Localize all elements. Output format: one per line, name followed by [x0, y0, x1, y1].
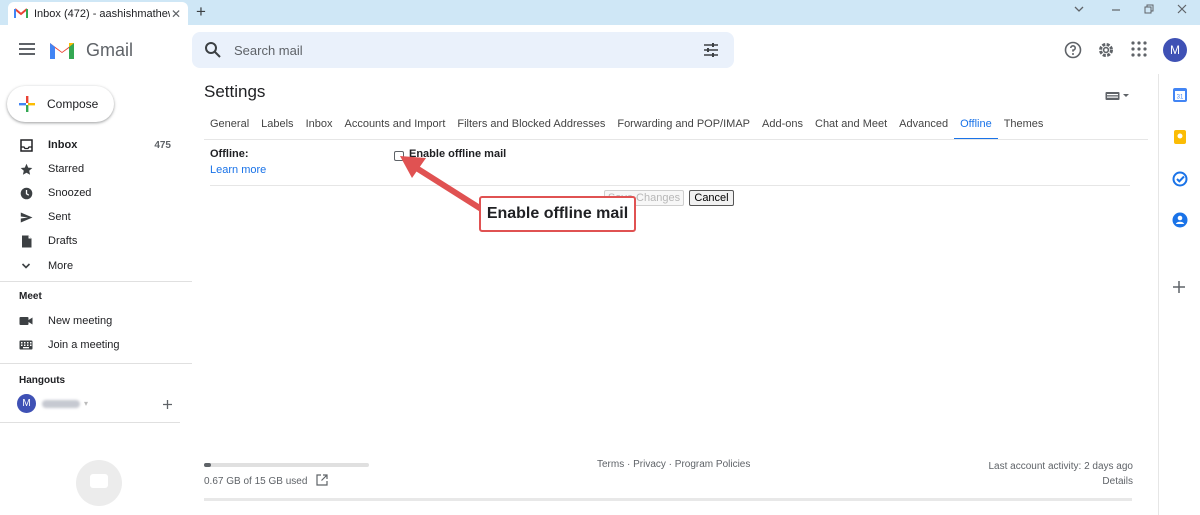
nav-item-more[interactable]: More	[19, 257, 179, 275]
nav-item-starred[interactable]: Starred	[19, 160, 179, 178]
nav-item-label: Sent	[48, 211, 71, 223]
open-external-icon[interactable]	[316, 474, 329, 489]
search-bar	[192, 32, 734, 68]
nav-item-drafts[interactable]: Drafts	[19, 232, 179, 250]
get-add-ons-icon[interactable]	[1172, 280, 1186, 299]
inbox-icon	[19, 138, 33, 152]
calendar-icon[interactable]: 31	[1172, 87, 1188, 108]
search-input[interactable]	[234, 40, 674, 60]
close-tab-icon[interactable]: ✕	[170, 7, 182, 21]
compose-button[interactable]: Compose	[7, 86, 114, 122]
tab-advanced[interactable]: Advanced	[893, 116, 954, 140]
input-tools-icon[interactable]	[1105, 88, 1129, 106]
page-title: Settings	[204, 82, 266, 101]
apps-grid-icon[interactable]	[1131, 41, 1147, 62]
nav-item-sent[interactable]: Sent	[19, 208, 179, 226]
close-window-icon[interactable]	[1176, 3, 1188, 18]
inbox-count: 475	[154, 139, 171, 151]
restore-icon[interactable]	[1143, 3, 1155, 18]
gmail-logo[interactable]	[48, 39, 76, 61]
compose-label: Compose	[47, 97, 99, 111]
account-avatar[interactable]: M	[1163, 38, 1187, 62]
gmail-favicon	[14, 8, 28, 19]
nav-divider	[0, 281, 192, 282]
nav-divider	[0, 422, 180, 423]
chevron-down-icon[interactable]: ▾	[84, 399, 88, 408]
last-activity-text: Last account activity: 2 days ago	[988, 461, 1133, 472]
tasks-icon[interactable]	[1172, 171, 1188, 192]
learn-more-link[interactable]: Learn more	[210, 164, 266, 176]
settings-tabs: General Labels Inbox Accounts and Import…	[204, 116, 1049, 140]
gmail-wordmark: Gmail	[86, 40, 134, 60]
hangouts-user-name-blurred	[42, 399, 80, 408]
tab-offline[interactable]: Offline	[954, 116, 998, 140]
tabs-divider	[204, 139, 1148, 140]
nav-item-label: Snoozed	[48, 187, 92, 199]
nav-item-inbox[interactable]: Inbox 475	[19, 136, 179, 154]
minimize-icon[interactable]	[1110, 3, 1122, 18]
tab-forwarding[interactable]: Forwarding and POP/IMAP	[611, 116, 756, 140]
nav-item-join-meeting[interactable]: Join a meeting	[19, 336, 179, 354]
video-camera-icon	[19, 314, 33, 328]
storage-usage-bar	[204, 463, 369, 467]
keyboard-icon	[19, 338, 33, 352]
compose-plus-icon	[19, 96, 35, 112]
browser-tab-strip: Inbox (472) - aashishmathew03@ ✕ +	[0, 0, 1200, 25]
annotation-callout: Enable offline mail	[479, 196, 636, 232]
browser-tab-title: Inbox (472) - aashishmathew03@	[34, 7, 170, 20]
contacts-icon[interactable]	[1172, 212, 1188, 233]
svg-text:31: 31	[1177, 95, 1184, 101]
main-menu-icon[interactable]	[19, 43, 35, 55]
tab-filters[interactable]: Filters and Blocked Addresses	[451, 116, 611, 140]
keep-icon[interactable]	[1172, 129, 1188, 150]
tab-general[interactable]: General	[204, 116, 255, 140]
settings-gear-icon[interactable]	[1097, 41, 1115, 64]
tab-themes[interactable]: Themes	[998, 116, 1050, 140]
nav-item-snoozed[interactable]: Snoozed	[19, 184, 179, 202]
horizontal-scrollbar[interactable]	[204, 498, 1132, 501]
nav-item-label: More	[48, 260, 74, 272]
nav-item-label: Drafts	[48, 235, 78, 247]
settings-row-divider	[210, 185, 1130, 186]
star-icon	[19, 162, 33, 176]
nav-item-label: Starred	[48, 163, 85, 175]
nav-item-label: Join a meeting	[48, 339, 120, 351]
side-panel-divider	[1158, 74, 1159, 515]
send-icon	[19, 210, 33, 224]
offline-setting-label: Offline:	[210, 148, 249, 160]
tab-add-ons[interactable]: Add-ons	[756, 116, 809, 140]
storage-usage-text: 0.67 GB of 15 GB used	[204, 476, 308, 487]
hangouts-user[interactable]: M ▾	[17, 394, 88, 413]
nav-divider	[0, 363, 192, 364]
tab-accounts-and-import[interactable]: Accounts and Import	[338, 116, 451, 140]
meet-heading: Meet	[19, 291, 42, 302]
footer-links[interactable]: Terms · Privacy · Program Policies	[597, 459, 750, 470]
tab-inbox[interactable]: Inbox	[300, 116, 339, 140]
draft-icon	[19, 234, 33, 248]
storage-usage: 0.67 GB of 15 GB used	[204, 474, 329, 489]
search-options-icon[interactable]	[703, 42, 719, 63]
browser-tab[interactable]: Inbox (472) - aashishmathew03@ ✕	[8, 2, 188, 25]
add-hangout-icon[interactable]	[162, 397, 173, 415]
cancel-button[interactable]: Cancel	[689, 190, 734, 206]
nav-item-new-meeting[interactable]: New meeting	[19, 312, 179, 330]
chevron-down-icon	[19, 259, 33, 273]
tab-labels[interactable]: Labels	[255, 116, 299, 140]
hangouts-placeholder-icon	[76, 460, 122, 506]
nav-item-label: New meeting	[48, 315, 113, 327]
new-tab-button[interactable]: +	[196, 3, 206, 21]
search-icon[interactable]	[204, 41, 222, 64]
tab-chat-and-meet[interactable]: Chat and Meet	[809, 116, 893, 140]
hangouts-heading: Hangouts	[19, 375, 66, 386]
help-icon[interactable]	[1064, 41, 1082, 64]
details-link[interactable]: Details	[988, 474, 1133, 489]
tab-search-icon[interactable]	[1073, 3, 1085, 17]
nav-item-label: Inbox	[48, 139, 78, 151]
account-activity: Last account activity: 2 days ago Detail…	[988, 459, 1133, 489]
storage-usage-fill	[204, 463, 212, 467]
hangouts-avatar: M	[17, 394, 36, 413]
clock-icon	[19, 186, 33, 200]
